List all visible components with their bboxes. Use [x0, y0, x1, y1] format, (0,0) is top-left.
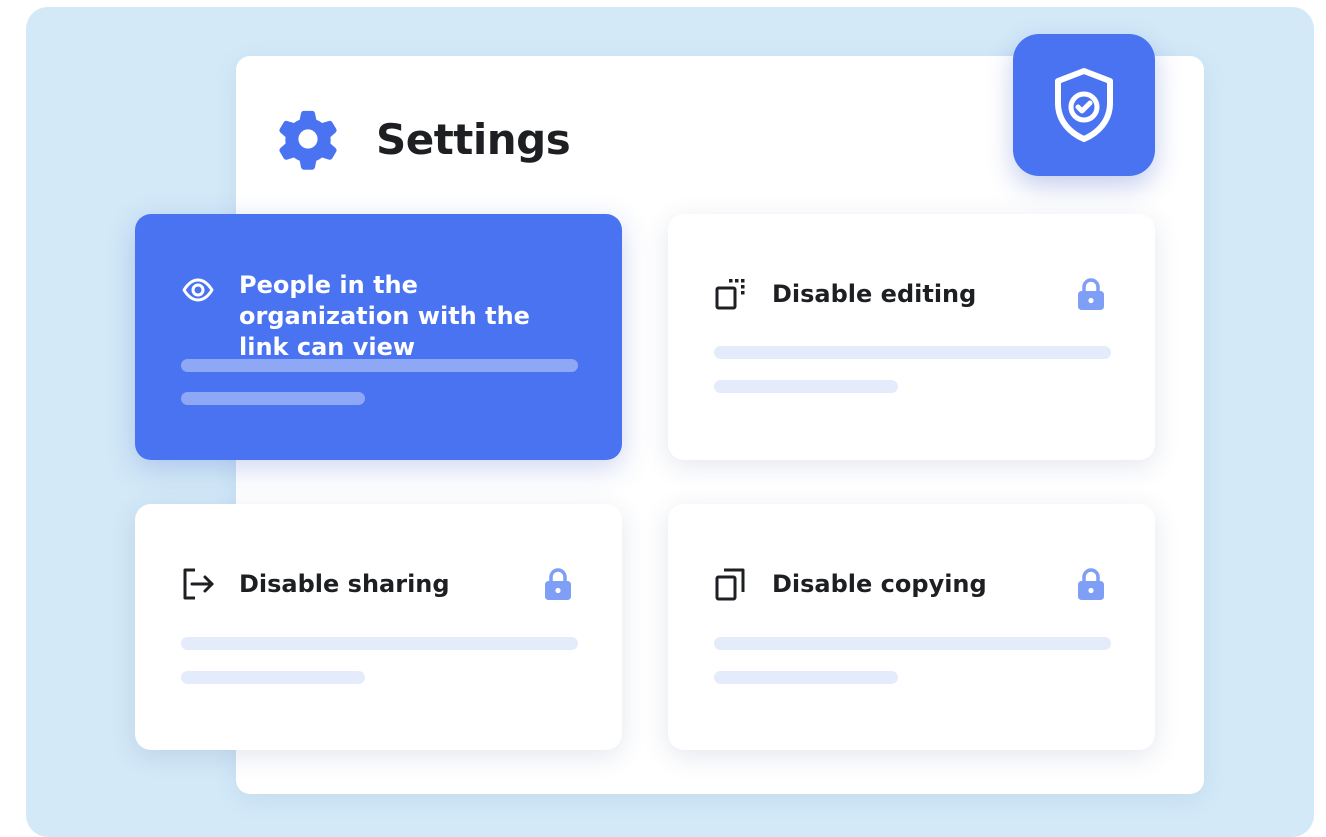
lock-icon	[545, 568, 571, 600]
content-placeholder	[181, 359, 578, 372]
content-placeholder	[181, 671, 365, 684]
setting-card-label: Disable copying	[772, 570, 987, 598]
page-title: Settings	[376, 114, 571, 164]
settings-header: Settings	[276, 104, 571, 174]
setting-card-label: Disable sharing	[239, 570, 450, 598]
setting-card-disable-copying[interactable]: Disable copying	[668, 504, 1155, 750]
setting-card-label: People in the organization with the link…	[239, 271, 530, 361]
lock-icon	[1078, 568, 1104, 600]
content-placeholder	[714, 346, 1111, 359]
content-placeholder	[181, 637, 578, 650]
eye-icon	[182, 278, 214, 302]
setting-card-label: Disable editing	[772, 280, 977, 308]
gear-icon	[279, 110, 337, 170]
share-exit-icon	[183, 568, 214, 600]
shield-check-icon	[1055, 68, 1113, 142]
content-placeholder	[181, 392, 365, 405]
setting-card-org-link-view[interactable]: People in the organization with the link…	[135, 214, 622, 460]
security-badge	[1013, 34, 1155, 176]
setting-card-disable-sharing[interactable]: Disable sharing	[135, 504, 622, 750]
edit-selection-icon	[715, 279, 745, 310]
content-placeholder	[714, 637, 1111, 650]
copy-icon	[715, 568, 745, 601]
setting-card-disable-editing[interactable]: Disable editing	[668, 214, 1155, 460]
lock-icon	[1078, 278, 1104, 310]
content-placeholder	[714, 380, 898, 393]
content-placeholder	[714, 671, 898, 684]
